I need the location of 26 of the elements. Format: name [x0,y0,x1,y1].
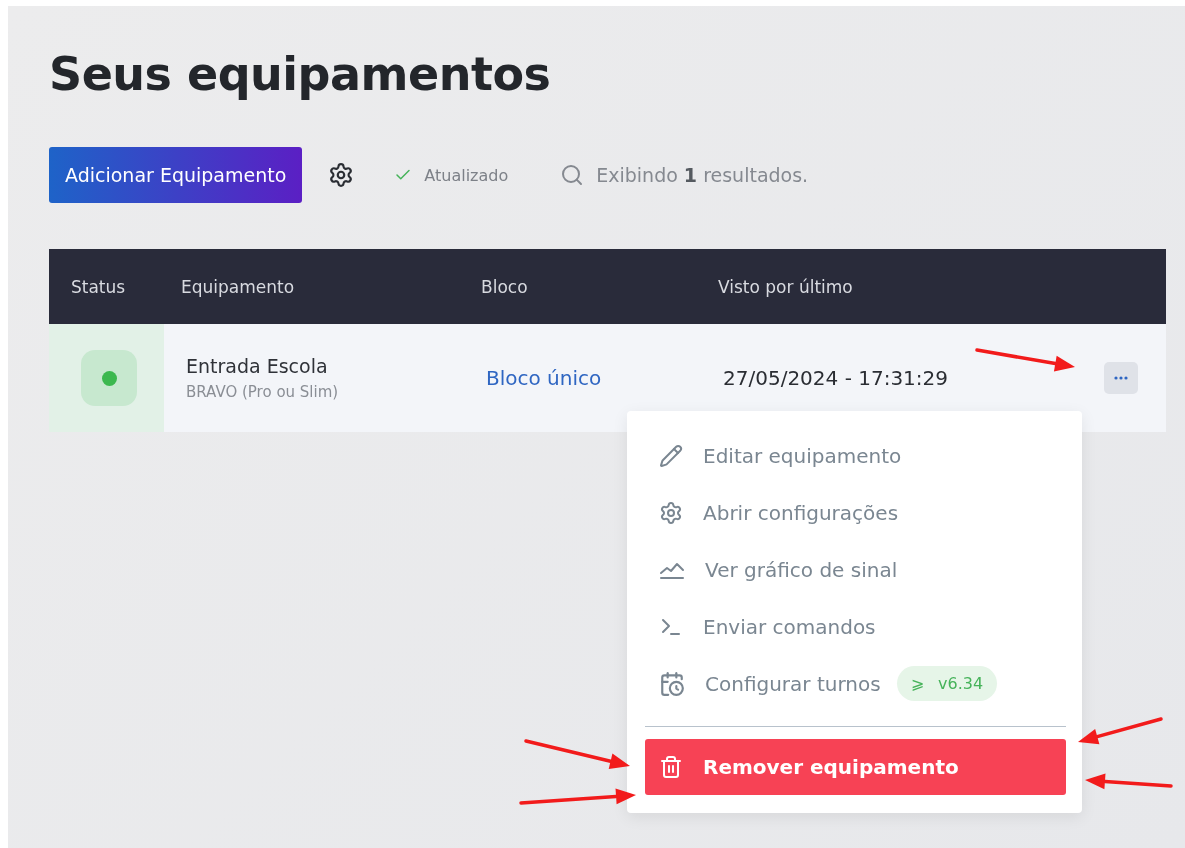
menu-item[interactable]: Editar equipamento [645,427,1066,484]
menu-item[interactable]: Enviar comandos [645,598,1066,655]
remove-equipment-button[interactable]: Remover equipamento [645,739,1066,795]
search-icon [560,163,585,187]
column-header: Status [71,276,126,297]
calendar-clock-icon [659,670,685,697]
column-header: Visto por último [718,276,853,297]
settings-icon [659,500,683,525]
block-link[interactable]: Bloco único [486,366,701,390]
pencil-icon [659,443,683,468]
menu-item[interactable]: Ver gráfico de sinal [645,541,1066,598]
column-header: Bloco [481,276,528,297]
sync-status: Atualizado [424,165,509,185]
last-seen-time: 27/05/2024 - 17:31:29 [723,366,950,390]
more-icon [1114,376,1128,380]
menu-item[interactable]: Abrir configurações [645,484,1066,541]
equipment-model: BRAVO (Pro ou Slim) [186,383,340,401]
menu-item[interactable]: Configurar turnos ⩾ v6.34 [645,655,1066,712]
add-equipment-button[interactable]: Adicionar Equipamento [49,147,303,203]
page-title: Seus equipamentos [49,46,552,103]
equipment-name: Entrada Escola [186,355,329,377]
settings-icon[interactable] [328,162,355,188]
version-badge: ⩾ v6.34 [896,666,998,701]
trash-icon [659,755,683,779]
column-header: Equipamento [181,276,295,297]
results-count: Exibindo 1 resultados. [596,164,809,186]
